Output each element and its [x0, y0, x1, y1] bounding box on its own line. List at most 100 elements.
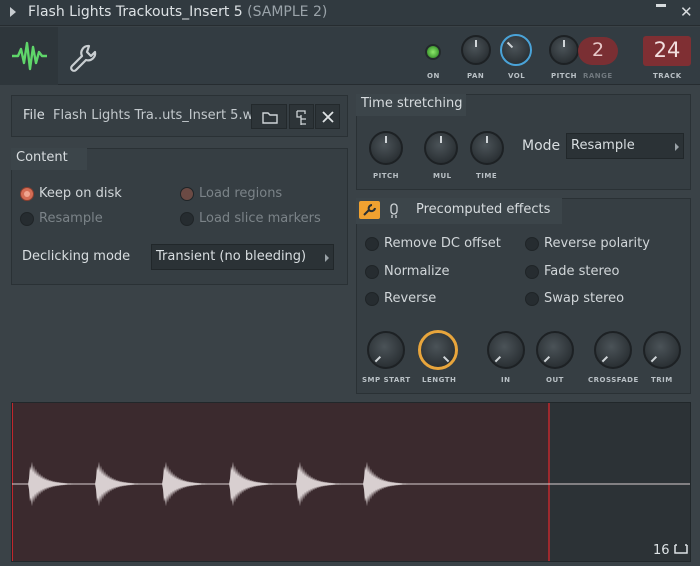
- vol-label: VOL: [508, 72, 526, 80]
- minimize-button[interactable]: [656, 4, 666, 7]
- precomputed-effects-title: Precomputed effects: [416, 202, 551, 217]
- wrench-icon[interactable]: [359, 201, 380, 219]
- volume-knob[interactable]: [500, 34, 532, 66]
- smp-start-label: SMP START: [362, 376, 411, 384]
- file-browse-icon: [296, 110, 306, 125]
- window-subtitle: (SAMPLE 2): [247, 4, 328, 20]
- keep-on-disk-option[interactable]: Keep on disk: [20, 186, 122, 201]
- declicking-mode-dropdown[interactable]: Transient (no bleeding): [151, 244, 334, 270]
- mixer-track-value: 24: [653, 38, 681, 62]
- radio-dot: [365, 236, 379, 251]
- zoom-indicator[interactable]: 16: [653, 543, 688, 558]
- ts-time-label: TIME: [476, 172, 498, 180]
- precomputed-effects-panel: Precomputed effects Remove DC offset Nor…: [356, 198, 691, 394]
- length-label: LENGTH: [422, 376, 457, 384]
- waveform-icon: [12, 41, 47, 71]
- wrench-icon: [70, 44, 97, 72]
- on-label: ON: [427, 72, 440, 80]
- window-menu-arrow-icon[interactable]: [10, 7, 16, 17]
- normalize-label: Normalize: [384, 264, 450, 279]
- reverse-polarity-label: Reverse polarity: [544, 236, 650, 251]
- channel-toolbar: ON PAN VOL PITCH 2 RANGE 24 TRACK: [0, 27, 700, 85]
- fade-out-knob[interactable]: [536, 331, 574, 369]
- remove-dc-option[interactable]: Remove DC offset: [365, 236, 501, 251]
- pan-knob[interactable]: [461, 35, 491, 65]
- fade-stereo-option[interactable]: Fade stereo: [525, 264, 620, 279]
- file-name: Flash Lights Tra..uts_Insert 5.wav: [53, 108, 269, 123]
- declicking-label: Declicking mode: [22, 249, 131, 264]
- reverse-polarity-option[interactable]: Reverse polarity: [525, 236, 650, 251]
- ts-mul-label: MUL: [433, 172, 452, 180]
- pitch-range-display[interactable]: 2: [578, 37, 618, 65]
- load-slice-markers-option[interactable]: Load slice markers: [180, 211, 321, 226]
- load-regions-option[interactable]: Load regions: [180, 186, 282, 201]
- remove-dc-label: Remove DC offset: [384, 236, 501, 251]
- swap-stereo-label: Swap stereo: [544, 291, 625, 306]
- sample-tab-button[interactable]: [0, 27, 58, 85]
- sample-region: [12, 403, 549, 561]
- time-stretching-title-text: Time stretching: [361, 96, 463, 111]
- mixer-track-display[interactable]: 24: [643, 36, 691, 66]
- normalize-option[interactable]: Normalize: [365, 264, 449, 279]
- stretch-mode-dropdown[interactable]: Resample: [566, 133, 684, 159]
- precomputed-effects-header: Precomputed effects: [356, 198, 562, 224]
- fade-stereo-label: Fade stereo: [544, 264, 620, 279]
- in-label: IN: [501, 376, 511, 384]
- ts-pitch-knob[interactable]: [369, 131, 403, 165]
- file-panel: File Flash Lights Tra..uts_Insert 5.wav: [11, 95, 348, 137]
- keep-on-disk-label: Keep on disk: [39, 186, 122, 201]
- pan-label: PAN: [467, 72, 485, 80]
- swap-stereo-option[interactable]: Swap stereo: [525, 291, 624, 306]
- trim-knob[interactable]: [643, 331, 681, 369]
- range-label: RANGE: [583, 72, 613, 80]
- open-folder-button[interactable]: [251, 104, 287, 129]
- resample-label: Resample: [39, 211, 103, 226]
- tube-icon: [388, 202, 400, 229]
- radio-dot: [180, 186, 194, 201]
- load-regions-label: Load regions: [199, 186, 283, 201]
- mode-label: Mode: [522, 138, 561, 154]
- radio-dot: [365, 291, 379, 306]
- radio-dot: [20, 211, 34, 226]
- crossfade-label: CROSSFADE: [588, 376, 639, 384]
- dropdown-caret-icon: [675, 143, 679, 151]
- fade-in-knob[interactable]: [487, 331, 525, 369]
- declicking-mode-value: Transient (no bleeding): [156, 249, 307, 264]
- radio-dot: [365, 264, 379, 279]
- reverse-label: Reverse: [384, 291, 437, 306]
- close-icon: [322, 111, 334, 123]
- radio-dot: [525, 264, 539, 279]
- settings-tab-button[interactable]: [62, 37, 102, 77]
- crossfade-knob[interactable]: [594, 331, 632, 369]
- waveform-view[interactable]: 16: [11, 402, 691, 562]
- stretch-mode-value: Resample: [571, 138, 635, 153]
- window-title-text: Flash Lights Trackouts_Insert 5: [28, 4, 243, 20]
- close-window-button[interactable]: ✕: [680, 4, 693, 20]
- file-label: File: [23, 108, 45, 123]
- remove-file-button[interactable]: [315, 104, 340, 129]
- zoom-value: 16: [653, 543, 670, 558]
- trim-label: TRIM: [651, 376, 673, 384]
- pitch-range-value: 2: [592, 39, 605, 61]
- track-label: TRACK: [653, 72, 682, 80]
- pitch-knob[interactable]: [549, 35, 579, 65]
- browse-file-button[interactable]: [289, 104, 314, 129]
- content-title: Content: [11, 148, 87, 170]
- length-knob[interactable]: [418, 330, 458, 370]
- ts-mul-knob[interactable]: [424, 131, 458, 165]
- resample-option[interactable]: Resample: [20, 211, 103, 226]
- dropdown-caret-icon: [325, 254, 329, 262]
- ts-time-knob[interactable]: [470, 131, 504, 165]
- smp-start-knob[interactable]: [367, 331, 405, 369]
- title-bar: Flash Lights Trackouts_Insert 5 (SAMPLE …: [0, 0, 700, 26]
- time-stretching-title: Time stretching: [356, 94, 466, 116]
- channel-on-led[interactable]: [425, 44, 441, 60]
- time-stretching-panel: Time stretching PITCH MUL TIME Mode Resa…: [356, 94, 691, 190]
- content-title-text: Content: [16, 150, 68, 165]
- radio-dot: [180, 211, 194, 226]
- out-label: OUT: [546, 376, 564, 384]
- radio-dot: [525, 236, 539, 251]
- zoom-fit-icon: [673, 544, 688, 554]
- waveform-graphic: [12, 403, 690, 561]
- reverse-option[interactable]: Reverse: [365, 291, 436, 306]
